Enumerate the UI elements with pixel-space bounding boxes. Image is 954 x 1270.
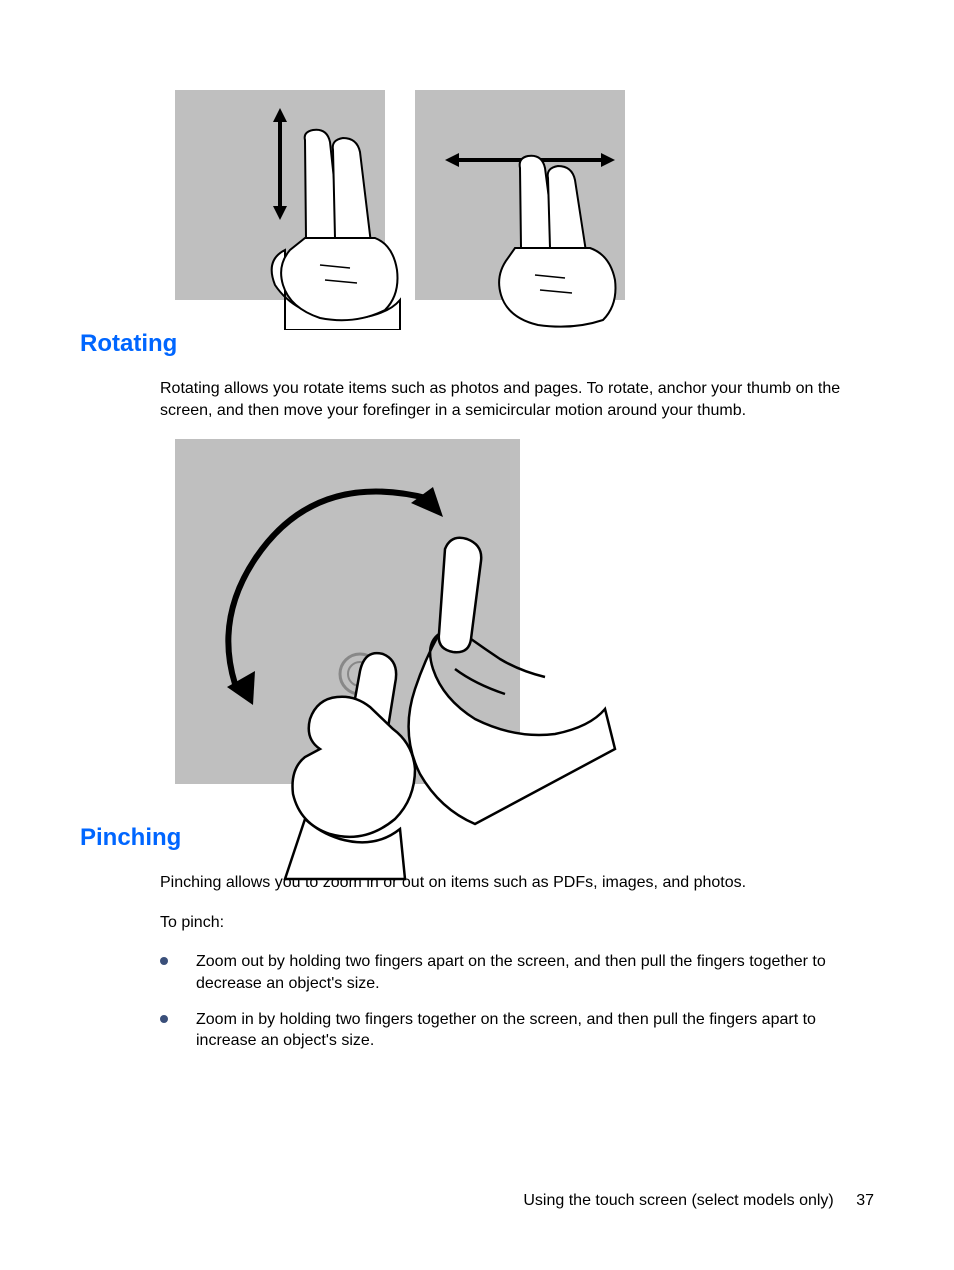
- list-item-text: Zoom out by holding two fingers apart on…: [196, 951, 874, 994]
- top-gesture-images: [175, 90, 874, 300]
- list-item-text: Zoom in by holding two fingers together …: [196, 1009, 874, 1052]
- page-footer: Using the touch screen (select models on…: [523, 1192, 874, 1210]
- rotating-heading: Rotating: [80, 330, 874, 358]
- bullet-icon: [160, 957, 168, 965]
- rotate-gesture-image: [175, 439, 874, 784]
- vertical-scroll-gesture-image: [175, 90, 385, 300]
- vertical-scroll-illustration: [175, 90, 415, 330]
- pinching-bullet-list: Zoom out by holding two fingers apart on…: [160, 951, 874, 1051]
- rotating-body-text: Rotating allows you rotate items such as…: [160, 378, 874, 421]
- horizontal-scroll-gesture-image: [415, 90, 625, 300]
- bullet-icon: [160, 1015, 168, 1023]
- list-item: Zoom in by holding two fingers together …: [160, 1009, 874, 1052]
- horizontal-scroll-illustration: [415, 90, 655, 330]
- page-number: 37: [856, 1192, 874, 1209]
- pinching-lead-text: To pinch:: [160, 912, 874, 934]
- list-item: Zoom out by holding two fingers apart on…: [160, 951, 874, 994]
- footer-section-title: Using the touch screen (select models on…: [523, 1192, 833, 1209]
- document-page: Rotating Rotating allows you rotate item…: [0, 0, 954, 1270]
- rotate-illustration: [175, 439, 615, 879]
